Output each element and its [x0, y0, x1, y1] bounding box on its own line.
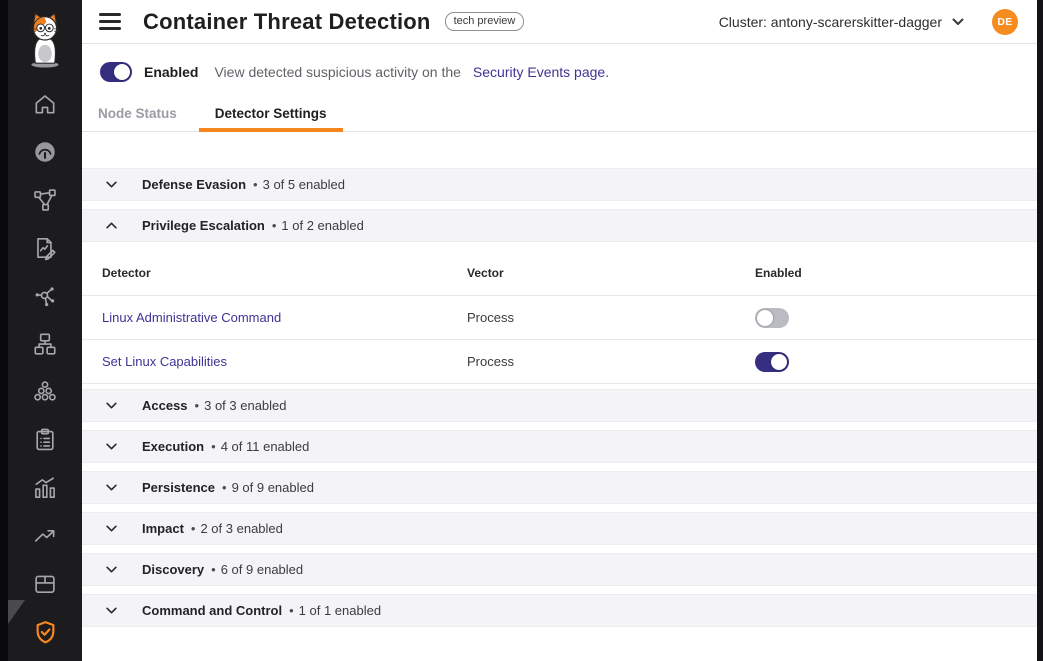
sidebar-item-trend-up-icon[interactable]: [8, 512, 82, 560]
top-bar: Container Threat Detection tech preview …: [82, 0, 1037, 44]
bullet-separator: •: [211, 562, 216, 577]
sidebar-item-home-icon[interactable]: [8, 80, 82, 128]
category-name: Access: [142, 398, 188, 413]
detector-table-header: Detector Vector Enabled: [82, 250, 1037, 296]
chevron-down-icon: [104, 603, 119, 618]
tab-bar: Node Status Detector Settings: [82, 100, 1037, 131]
category-name: Impact: [142, 521, 184, 536]
left-edge-strip: [0, 0, 8, 661]
detector-settings-panel: Defense Evasion • 3 of 5 enabled Privile…: [82, 132, 1037, 661]
bullet-separator: •: [222, 480, 227, 495]
chevron-up-icon: [104, 218, 119, 233]
enabled-description: View detected suspicious activity on the: [214, 64, 460, 80]
hamburger-menu-icon[interactable]: [99, 9, 121, 35]
enabled-label: Enabled: [144, 64, 198, 80]
cluster-selector[interactable]: Cluster: antony-scarerskitter-dagger: [719, 14, 964, 30]
detector-vector: Process: [467, 310, 514, 325]
detector-vector: Process: [467, 354, 514, 369]
category-enabled-count: 9 of 9 enabled: [232, 480, 314, 495]
chevron-down-icon: [952, 18, 964, 26]
detector-link[interactable]: Linux Administrative Command: [102, 310, 281, 325]
page-title: Container Threat Detection: [143, 9, 431, 35]
category-enabled-count: 6 of 9 enabled: [221, 562, 303, 577]
tab-node-status[interactable]: Node Status: [82, 106, 193, 131]
category-name: Defense Evasion: [142, 177, 246, 192]
app-window: Container Threat Detection tech preview …: [0, 0, 1043, 661]
category-name: Execution: [142, 439, 204, 454]
chevron-down-icon: [104, 439, 119, 454]
right-edge-strip: [1037, 0, 1043, 661]
sidebar-item-sitemap-icon[interactable]: [8, 320, 82, 368]
category-name: Command and Control: [142, 603, 282, 618]
chevron-down-icon: [104, 480, 119, 495]
category-name: Privilege Escalation: [142, 218, 265, 233]
category-accordion-row[interactable]: Persistence • 9 of 9 enabled: [82, 471, 1037, 504]
category-accordion-row[interactable]: Command and Control • 1 of 1 enabled: [82, 594, 1037, 627]
chevron-down-icon: [104, 521, 119, 536]
bullet-separator: •: [253, 177, 258, 192]
category-list: Defense Evasion • 3 of 5 enabled Privile…: [82, 168, 1037, 627]
cluster-selector-label: Cluster: antony-scarerskitter-dagger: [719, 14, 942, 30]
category-accordion-row[interactable]: Defense Evasion • 3 of 5 enabled: [82, 168, 1037, 201]
sub-header: Enabled View detected suspicious activit…: [82, 44, 1037, 132]
category-accordion-row[interactable]: Discovery • 6 of 9 enabled: [82, 553, 1037, 586]
sidebar-item-analytics-icon[interactable]: [8, 464, 82, 512]
sidebar: [8, 0, 82, 661]
detector-row: Linux Administrative Command Process: [82, 296, 1037, 340]
column-header-enabled: Enabled: [755, 266, 1017, 280]
category-enabled-count: 2 of 3 enabled: [200, 521, 282, 536]
cat-logo[interactable]: [23, 8, 67, 72]
bullet-separator: •: [195, 398, 200, 413]
sidebar-item-cluster-icon[interactable]: [8, 368, 82, 416]
sidebar-item-report-icon[interactable]: [8, 224, 82, 272]
main-area: Container Threat Detection tech preview …: [82, 0, 1037, 661]
category-enabled-count: 3 of 3 enabled: [204, 398, 286, 413]
detector-enabled-toggle[interactable]: [755, 308, 789, 328]
sidebar-nav: [8, 80, 82, 656]
bullet-separator: •: [191, 521, 196, 536]
bullet-separator: •: [211, 439, 216, 454]
user-avatar[interactable]: DE: [992, 9, 1018, 35]
detector-table: Detector Vector Enabled Linux Administra…: [82, 250, 1037, 384]
column-header-detector: Detector: [102, 266, 467, 280]
chevron-down-icon: [104, 562, 119, 577]
detector-enabled-toggle[interactable]: [755, 352, 789, 372]
sidebar-item-gauge-icon[interactable]: [8, 128, 82, 176]
detector-link[interactable]: Set Linux Capabilities: [102, 354, 227, 369]
corner-fold-decoration: [8, 600, 25, 624]
detector-row: Set Linux Capabilities Process: [82, 340, 1037, 384]
sidebar-item-topology-icon[interactable]: [8, 176, 82, 224]
tab-detector-settings[interactable]: Detector Settings: [199, 106, 343, 131]
bullet-separator: •: [272, 218, 277, 233]
sidebar-item-graph-icon[interactable]: [8, 272, 82, 320]
bullet-separator: •: [289, 603, 294, 618]
category-accordion-row[interactable]: Privilege Escalation • 1 of 2 enabled: [82, 209, 1037, 242]
enable-row: Enabled View detected suspicious activit…: [82, 44, 1037, 82]
category-enabled-count: 1 of 1 enabled: [299, 603, 381, 618]
chevron-down-icon: [104, 177, 119, 192]
category-name: Persistence: [142, 480, 215, 495]
column-header-vector: Vector: [467, 266, 755, 280]
chevron-down-icon: [104, 398, 119, 413]
category-name: Discovery: [142, 562, 204, 577]
category-enabled-count: 3 of 5 enabled: [263, 177, 345, 192]
category-accordion-row[interactable]: Execution • 4 of 11 enabled: [82, 430, 1037, 463]
category-accordion-row[interactable]: Access • 3 of 3 enabled: [82, 389, 1037, 422]
category-enabled-count: 1 of 2 enabled: [281, 218, 363, 233]
detection-enabled-toggle[interactable]: [100, 62, 132, 82]
tech-preview-badge: tech preview: [445, 12, 525, 31]
category-enabled-count: 4 of 11 enabled: [221, 439, 310, 454]
sidebar-item-checklist-icon[interactable]: [8, 416, 82, 464]
category-accordion-row[interactable]: Impact • 2 of 3 enabled: [82, 512, 1037, 545]
security-events-link[interactable]: Security Events page.: [473, 64, 609, 80]
